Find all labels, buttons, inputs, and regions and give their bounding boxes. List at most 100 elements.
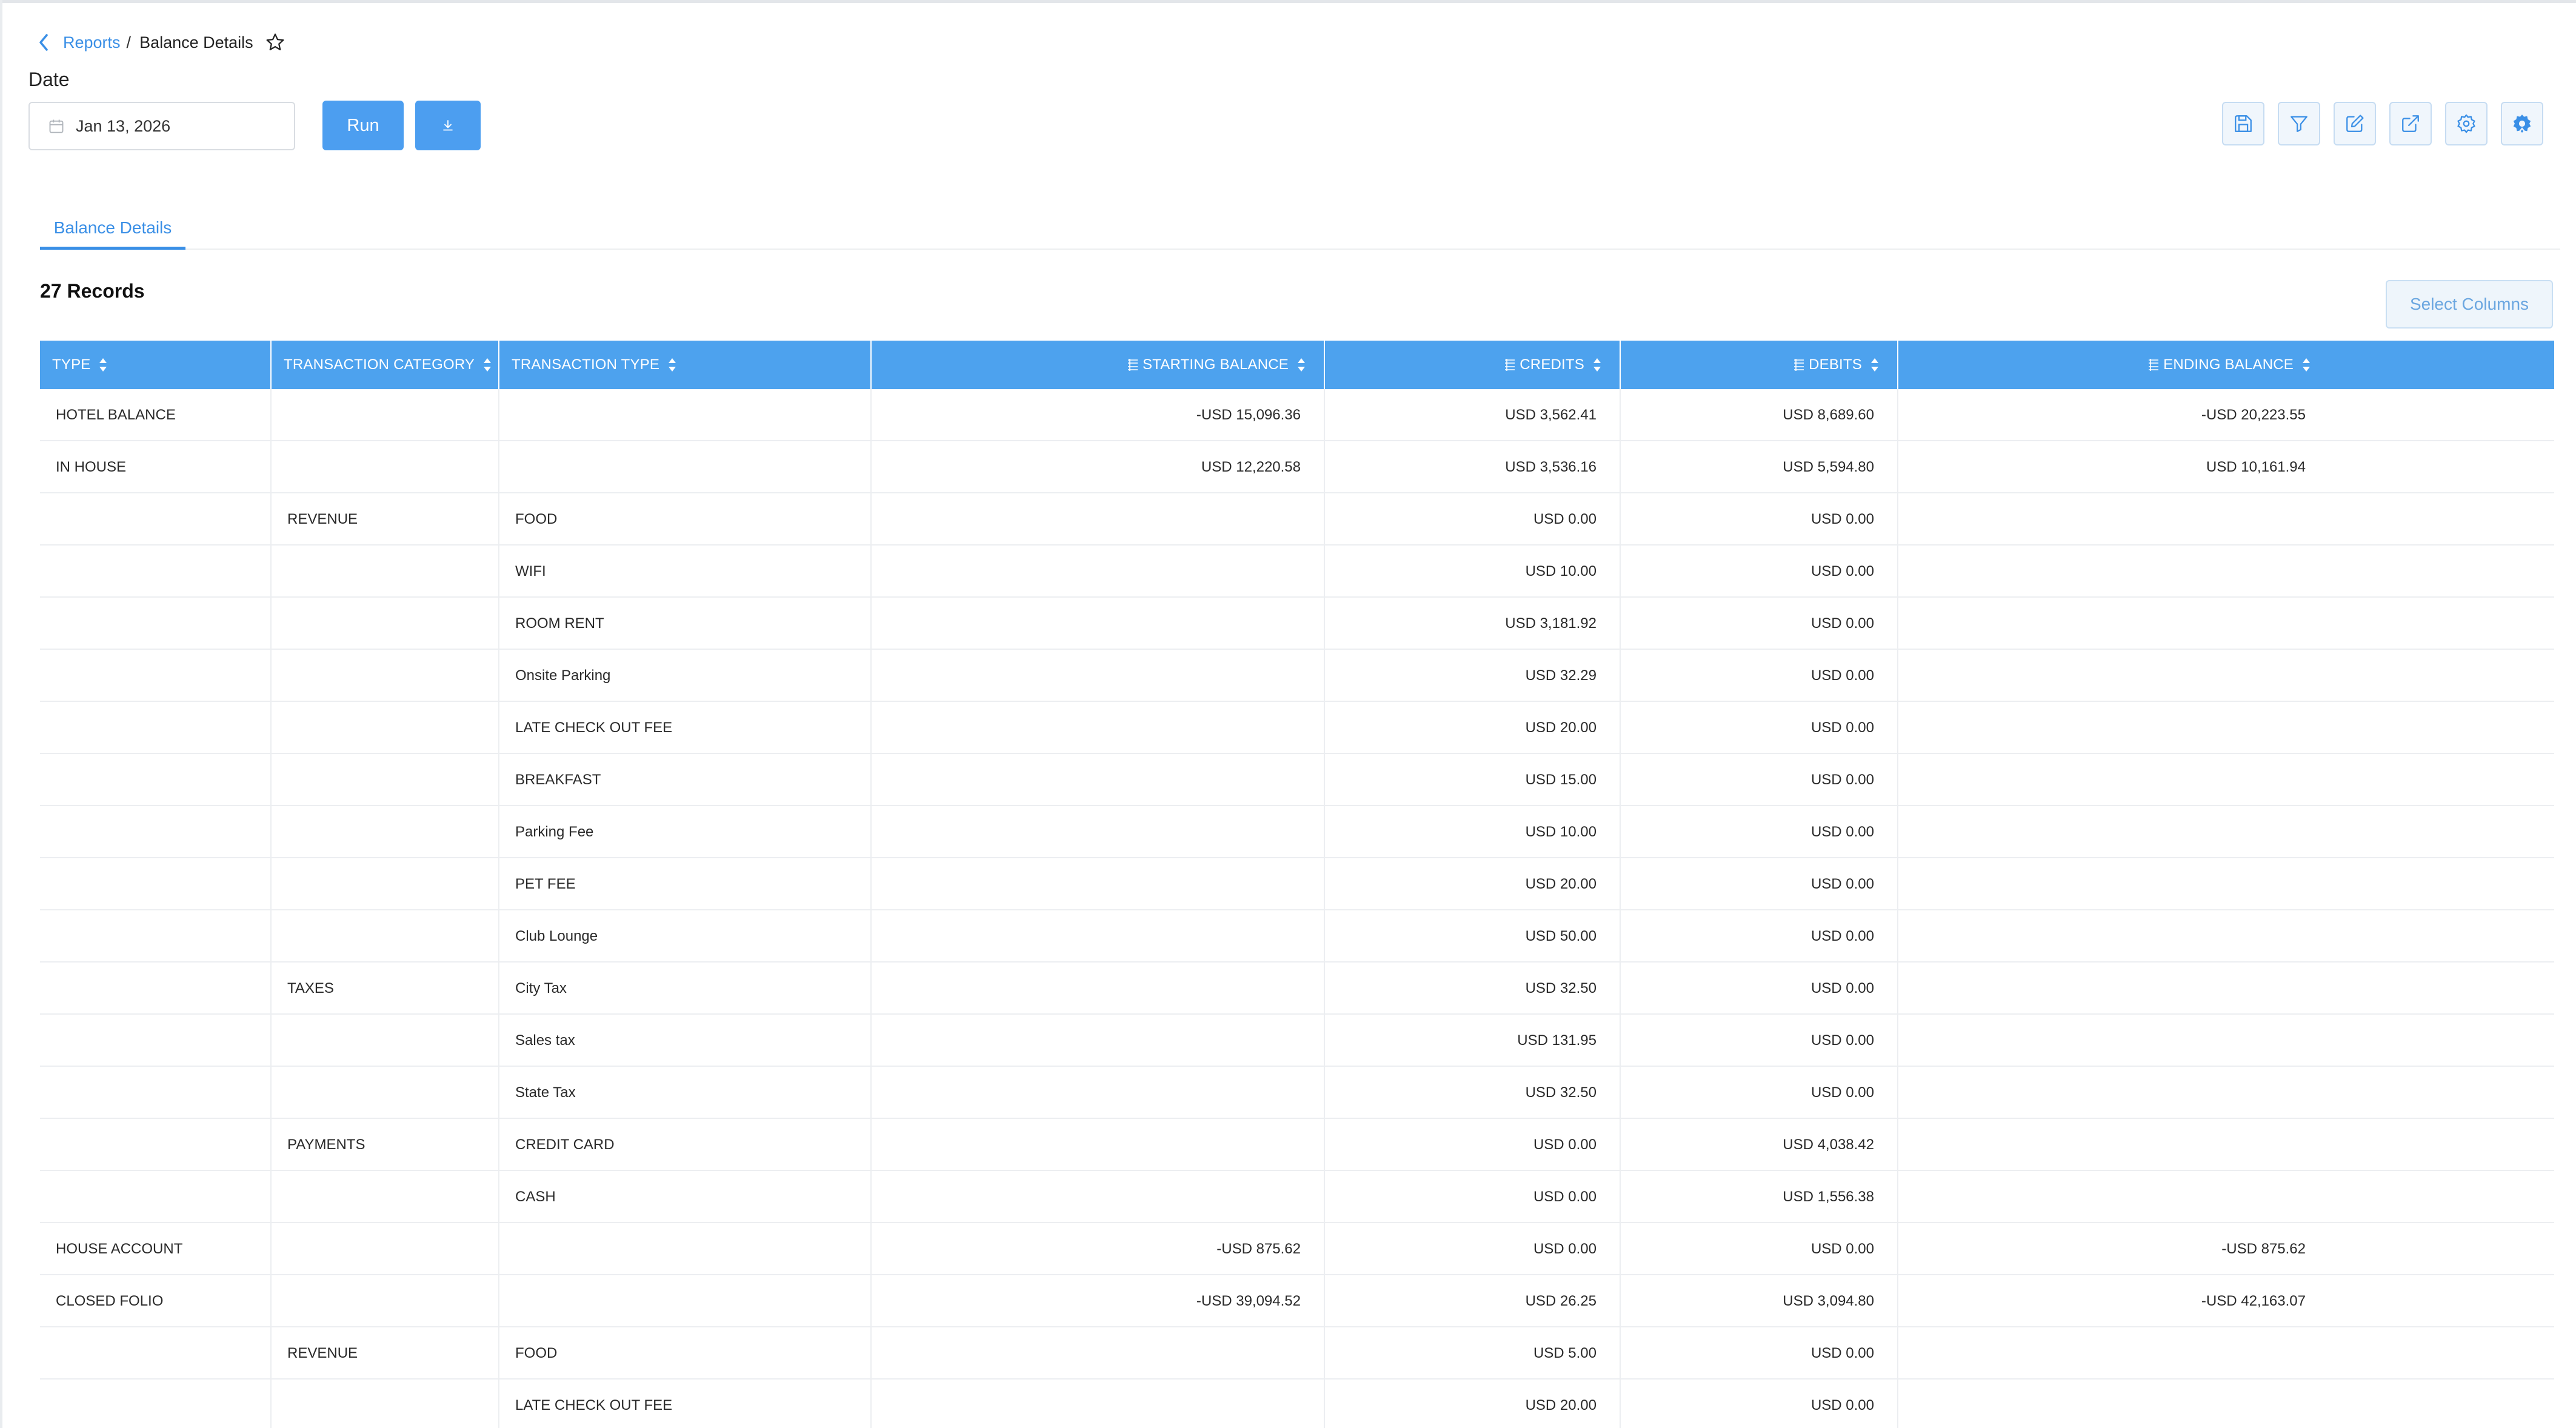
- left-border: [0, 0, 2, 1428]
- cell-type: [40, 754, 272, 806]
- select-columns-button[interactable]: Select Columns: [2386, 280, 2553, 329]
- column-header-ending-balance[interactable]: ENDING BALANCE: [1898, 341, 2329, 389]
- table-row: TAXES City Tax USD 32.50 USD 0.00: [40, 963, 2554, 1015]
- sort-icon[interactable]: [668, 358, 676, 372]
- breadcrumb-reports-link[interactable]: Reports: [63, 33, 121, 52]
- sort-icon[interactable]: [1870, 358, 1879, 372]
- cell-transaction-type: FOOD: [499, 493, 872, 546]
- sort-icon[interactable]: [483, 358, 492, 372]
- cell-transaction-type: BREAKFAST: [499, 754, 872, 806]
- cell-debits: USD 0.00: [1621, 1015, 1898, 1067]
- table-row: PET FEE USD 20.00 USD 0.00: [40, 858, 2554, 910]
- date-value: Jan 13, 2026: [76, 116, 171, 135]
- cell-type: [40, 858, 272, 910]
- download-icon: [441, 118, 455, 133]
- edit-icon: [2344, 113, 2365, 134]
- cell-transaction-type: LATE CHECK OUT FEE: [499, 702, 872, 754]
- cell-credits: USD 0.00: [1325, 1171, 1621, 1223]
- cell-ending-balance: [1898, 1327, 2329, 1380]
- cell-type: [40, 1119, 272, 1171]
- advanced-settings-icon: [2511, 112, 2534, 135]
- sort-icon[interactable]: [2302, 358, 2311, 372]
- cell-type: HOUSE ACCOUNT: [40, 1223, 272, 1275]
- advanced-settings-button[interactable]: [2501, 102, 2543, 145]
- cell-credits: USD 32.29: [1325, 650, 1621, 702]
- chevron-left-icon[interactable]: [35, 32, 52, 53]
- cell-starting-balance: [872, 858, 1325, 910]
- cell-transaction-type: WIFI: [499, 546, 872, 598]
- date-picker-input[interactable]: Jan 13, 2026: [28, 102, 295, 150]
- cell-ending-balance: [1898, 1380, 2329, 1428]
- save-button[interactable]: [2222, 102, 2264, 145]
- table-row: LATE CHECK OUT FEE USD 20.00 USD 0.00: [40, 1380, 2554, 1428]
- cell-credits: USD 3,181.92: [1325, 598, 1621, 650]
- cell-transaction-category: [272, 1223, 499, 1275]
- sort-icon[interactable]: [99, 358, 107, 372]
- column-header-transaction-type[interactable]: TRANSACTION TYPE: [499, 341, 872, 389]
- cell-type: [40, 910, 272, 963]
- cell-credits: USD 0.00: [1325, 1223, 1621, 1275]
- settings-button[interactable]: [2445, 102, 2488, 145]
- cell-credits: USD 20.00: [1325, 858, 1621, 910]
- cell-type: [40, 963, 272, 1015]
- cell-starting-balance: [872, 963, 1325, 1015]
- breadcrumb-separator: /: [126, 33, 132, 52]
- column-header-type[interactable]: TYPE: [40, 341, 272, 389]
- cell-transaction-category: [272, 1015, 499, 1067]
- cell-debits: USD 0.00: [1621, 1327, 1898, 1380]
- cell-transaction-category: [272, 754, 499, 806]
- cell-ending-balance: [1898, 493, 2329, 546]
- column-config-icon: [2147, 358, 2160, 372]
- column-header-credits[interactable]: CREDITS: [1325, 341, 1621, 389]
- cell-type: IN HOUSE: [40, 441, 272, 493]
- cell-credits: USD 131.95: [1325, 1015, 1621, 1067]
- cell-credits: USD 3,562.41: [1325, 389, 1621, 441]
- column-config-icon: [1127, 358, 1139, 372]
- export-button[interactable]: [2389, 102, 2432, 145]
- cell-ending-balance: [1898, 598, 2329, 650]
- run-button[interactable]: Run: [322, 101, 404, 150]
- cell-debits: USD 1,556.38: [1621, 1171, 1898, 1223]
- cell-credits: USD 10.00: [1325, 546, 1621, 598]
- balance-details-table: TYPE TRANSACTION CATEGORY TRANSACTION TY…: [40, 341, 2554, 1428]
- cell-type: HOTEL BALANCE: [40, 389, 272, 441]
- cell-type: [40, 598, 272, 650]
- sort-icon[interactable]: [1593, 358, 1601, 372]
- cell-ending-balance: [1898, 1067, 2329, 1119]
- column-header-starting-balance[interactable]: STARTING BALANCE: [872, 341, 1325, 389]
- cell-type: [40, 493, 272, 546]
- cell-transaction-category: [272, 1380, 499, 1428]
- column-header-debits[interactable]: DEBITS: [1621, 341, 1898, 389]
- cell-transaction-category: [272, 1275, 499, 1327]
- cell-transaction-type: FOOD: [499, 1327, 872, 1380]
- cell-starting-balance: [872, 1380, 1325, 1428]
- table-row: REVENUE FOOD USD 5.00 USD 0.00: [40, 1327, 2554, 1380]
- star-icon[interactable]: [264, 32, 286, 53]
- cell-transaction-type: CASH: [499, 1171, 872, 1223]
- cell-type: [40, 1171, 272, 1223]
- tab-balance-details[interactable]: Balance Details: [40, 206, 185, 250]
- cell-debits: USD 0.00: [1621, 963, 1898, 1015]
- cell-debits: USD 5,594.80: [1621, 441, 1898, 493]
- cell-transaction-type: [499, 441, 872, 493]
- table-row: LATE CHECK OUT FEE USD 20.00 USD 0.00: [40, 702, 2554, 754]
- cell-debits: USD 0.00: [1621, 650, 1898, 702]
- cell-transaction-type: CREDIT CARD: [499, 1119, 872, 1171]
- sort-icon[interactable]: [1297, 358, 1306, 372]
- filter-button[interactable]: [2278, 102, 2320, 145]
- cell-debits: USD 0.00: [1621, 1380, 1898, 1428]
- column-config-icon: [1793, 358, 1805, 372]
- cell-starting-balance: [872, 546, 1325, 598]
- download-button[interactable]: [415, 101, 481, 150]
- cell-starting-balance: [872, 702, 1325, 754]
- cell-transaction-category: [272, 910, 499, 963]
- cell-starting-balance: [872, 493, 1325, 546]
- save-icon: [2233, 113, 2254, 134]
- edit-button[interactable]: [2334, 102, 2376, 145]
- cell-credits: USD 50.00: [1325, 910, 1621, 963]
- filter-icon: [2289, 113, 2309, 134]
- cell-type: [40, 1380, 272, 1428]
- cell-debits: USD 0.00: [1621, 598, 1898, 650]
- column-header-transaction-category[interactable]: TRANSACTION CATEGORY: [272, 341, 499, 389]
- cell-ending-balance: [1898, 963, 2329, 1015]
